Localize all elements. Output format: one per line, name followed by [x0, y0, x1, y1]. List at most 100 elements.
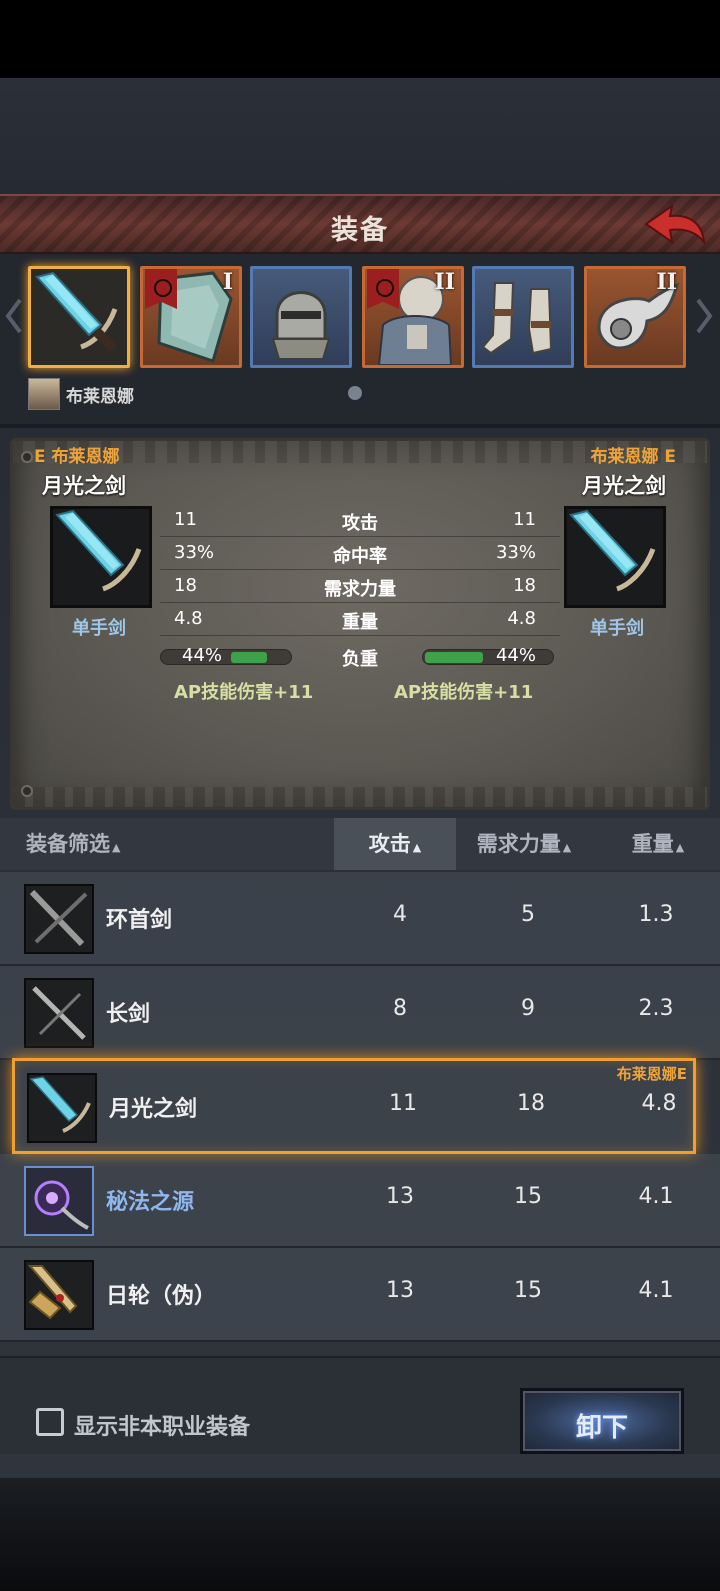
tier-label: II [434, 269, 455, 295]
right-ap-bonus: AP技能伤害+11 [394, 682, 534, 703]
item-thumbnail [24, 1260, 94, 1330]
list-item[interactable]: 日轮（伪） 13 15 4.1 [0, 1248, 720, 1342]
right-item-name: 月光之剑 [582, 474, 666, 498]
owner-row: 布莱恩娜 [28, 378, 134, 410]
rivet-icon [21, 785, 33, 797]
sword-icon [35, 271, 118, 353]
item-weight: 2.3 [638, 996, 674, 1021]
filter-label: 装备筛选 [26, 832, 110, 856]
sort-triangle-icon: ▲ [412, 841, 422, 854]
item-attack: 8 [393, 996, 407, 1021]
stat-row-attack: 11 攻击 11 [160, 504, 560, 537]
item-attack: 4 [393, 902, 407, 927]
stat-right-value: 33% [495, 542, 536, 563]
sort-triangle-icon: ▲ [562, 841, 572, 854]
item-weight: 4.1 [638, 1278, 674, 1303]
bottom-black-area [0, 1478, 720, 1591]
sword-icon [55, 509, 142, 592]
chevron-left-icon[interactable] [4, 296, 24, 336]
slot-armor[interactable]: II [362, 266, 464, 368]
right-load-fill [425, 652, 483, 663]
load-row: 44% 负重 44% [160, 644, 560, 674]
item-strength: 5 [521, 902, 535, 927]
stat-right-value: 11 [513, 509, 536, 530]
tier-label: II [656, 269, 677, 295]
slot-boots[interactable] [472, 266, 574, 368]
left-ap-bonus: AP技能伤害+11 [174, 682, 314, 703]
left-equipped-label: E 布莱恩娜 [34, 447, 120, 467]
rivet-icon [21, 451, 33, 463]
slot-accessory[interactable]: II [584, 266, 686, 368]
left-item-name: 月光之剑 [42, 474, 126, 498]
boots-icon [481, 282, 553, 355]
list-header: 装备筛选 ▲ 攻击 ▲ 需求力量 ▲ 重量 ▲ [0, 818, 720, 870]
filter-button[interactable]: 装备筛选 ▲ [26, 818, 120, 870]
slot-weapon[interactable] [28, 266, 130, 368]
item-thumbnail [24, 1166, 94, 1236]
title-bar: 装备 [0, 194, 720, 254]
tier-label: I [222, 269, 233, 295]
panel-edge-bottom [13, 787, 707, 807]
page-title: 装备 [331, 215, 389, 246]
list-item[interactable]: 秘法之源 13 15 4.1 [0, 1154, 720, 1248]
item-thumbnail [24, 884, 94, 954]
item-name: 环首剑 [106, 908, 173, 933]
stat-label: 攻击 [342, 513, 378, 534]
sort-attack-button[interactable]: 攻击 ▲ [334, 818, 456, 870]
right-item-type: 单手剑 [590, 618, 644, 639]
arcane-staff-icon [34, 1180, 89, 1230]
item-strength: 18 [517, 1091, 545, 1116]
sort-strength-button[interactable]: 需求力量 ▲ [464, 818, 584, 870]
item-weight: 4.8 [641, 1091, 677, 1116]
stat-row-accuracy: 33% 命中率 33% [160, 537, 560, 570]
owner-name: 布莱恩娜 [66, 386, 134, 407]
item-strength: 15 [514, 1278, 542, 1303]
list-item-selected[interactable]: 布莱恩娜E 月光之剑 11 18 4.8 [12, 1058, 696, 1154]
item-thumbnail [24, 978, 94, 1048]
item-name: 长剑 [106, 1002, 151, 1027]
stat-row-strength: 18 需求力量 18 [160, 570, 560, 603]
sort-triangle-icon: ▲ [112, 841, 121, 854]
item-attack: 13 [386, 1184, 414, 1209]
list-item[interactable]: 长剑 8 9 2.3 [0, 966, 720, 1060]
item-attack: 11 [389, 1091, 417, 1116]
slot-shield[interactable]: I [140, 266, 242, 368]
slot-helmet[interactable] [250, 266, 352, 368]
stat-row-weight: 4.8 重量 4.8 [160, 603, 560, 636]
sort-weight-button[interactable]: 重量 ▲ [608, 818, 708, 870]
item-weight: 1.3 [638, 902, 674, 927]
item-attack: 13 [386, 1278, 414, 1303]
col-attack-label: 攻击 [368, 832, 411, 856]
item-name: 日轮（伪） [106, 1284, 217, 1309]
item-name: 秘法之源 [106, 1190, 195, 1215]
avatar [28, 378, 60, 410]
show-other-class-label: 显示非本职业装备 [74, 1415, 251, 1440]
sun-sword-icon [27, 1265, 78, 1320]
item-strength: 9 [521, 996, 535, 1021]
col-strength-label: 需求力量 [476, 832, 561, 856]
page-indicator-dot [348, 386, 362, 400]
sword-icon [29, 889, 88, 947]
right-equipped-label: 布莱恩娜 E [590, 447, 676, 467]
top-black-area [0, 0, 720, 78]
stat-right-value: 4.8 [507, 608, 536, 629]
back-button[interactable] [642, 202, 708, 250]
divider [0, 424, 720, 428]
item-strength: 15 [514, 1184, 542, 1209]
helmet-icon [271, 291, 331, 360]
chevron-right-icon[interactable] [694, 296, 714, 336]
sort-triangle-icon: ▲ [675, 841, 685, 854]
stat-label: 需求力量 [324, 579, 396, 600]
stat-label: 重量 [342, 612, 378, 633]
col-weight-label: 重量 [631, 832, 674, 856]
stat-right-value: 18 [513, 575, 536, 596]
sword-icon [32, 986, 86, 1040]
item-weight: 4.1 [638, 1184, 674, 1209]
unequip-button[interactable]: 卸下 [520, 1388, 684, 1454]
list-item[interactable]: 环首剑 4 5 1.3 [0, 872, 720, 966]
right-item-frame [564, 506, 666, 608]
sword-icon [569, 509, 656, 592]
item-thumbnail [27, 1073, 97, 1143]
item-name: 月光之剑 [109, 1097, 198, 1122]
show-other-class-checkbox[interactable] [36, 1408, 64, 1436]
